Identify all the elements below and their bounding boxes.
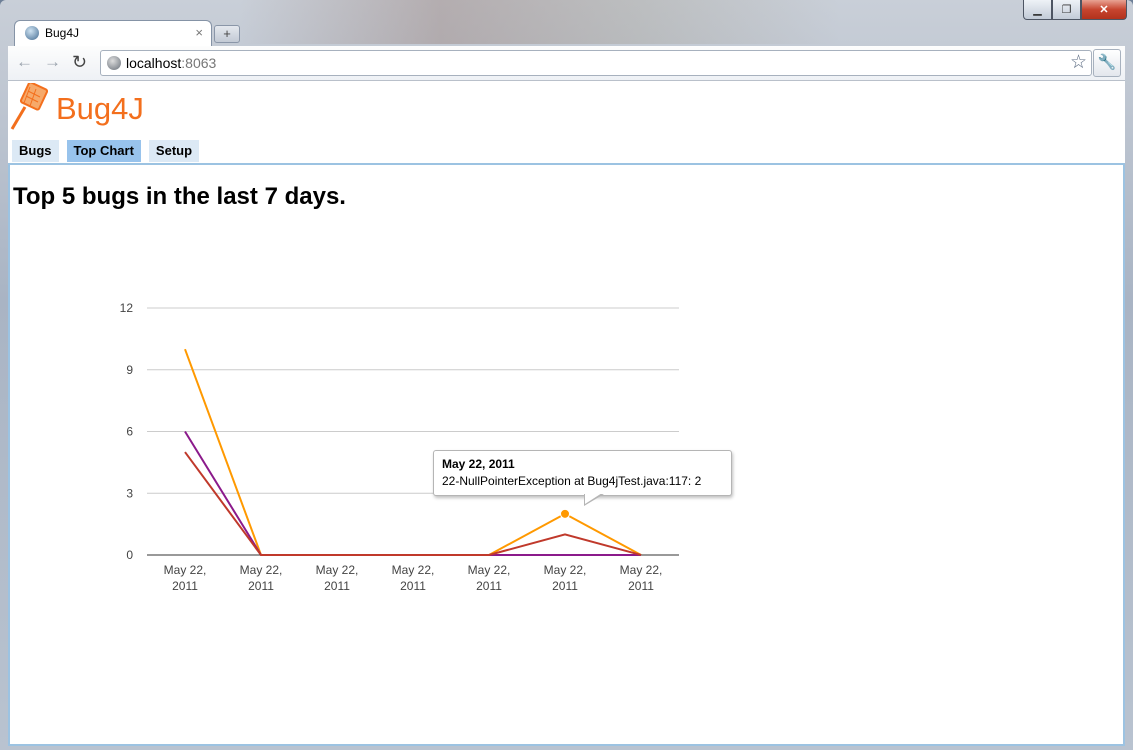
y-tick-label: 12 bbox=[120, 301, 134, 315]
new-tab-button[interactable]: + bbox=[214, 25, 240, 43]
x-tick-label: May 22, 2011 bbox=[240, 563, 283, 593]
highlight-point bbox=[560, 508, 570, 519]
tooltip-title: May 22, 2011 bbox=[442, 457, 515, 471]
flyswatter-logo-icon bbox=[10, 83, 48, 130]
app-brand: Bug4J bbox=[56, 91, 144, 126]
content-panel: Top 5 bugs in the last 7 days. 0 3 6 9 12 May… bbox=[8, 163, 1125, 746]
close-window-icon[interactable]: ✕ bbox=[1081, 0, 1127, 20]
tooltip-pointer-fill bbox=[585, 493, 602, 504]
x-tick-label: May 22, 2011 bbox=[164, 563, 207, 593]
app-nav: Bugs Top Chart Setup bbox=[12, 140, 207, 162]
y-tick-label: 9 bbox=[126, 363, 133, 377]
address-bar[interactable]: localhost:8063 ☆ bbox=[100, 50, 1092, 76]
titlebar-background bbox=[240, 0, 840, 44]
url-host: localhost bbox=[126, 55, 182, 71]
page-heading: Top 5 bugs in the last 7 days. bbox=[13, 183, 346, 210]
window-controls: ▁ ❐ ✕ bbox=[1023, 0, 1127, 20]
tab-title: Bug4J bbox=[45, 26, 80, 40]
back-arrow-icon[interactable]: ← bbox=[16, 52, 33, 72]
nav-tab-top-chart[interactable]: Top Chart bbox=[66, 140, 141, 162]
y-tick-label: 3 bbox=[126, 486, 133, 500]
reload-icon[interactable]: ↻ bbox=[72, 52, 87, 73]
chart-tooltip: May 22, 2011 22-NullPointerException at … bbox=[433, 450, 732, 506]
url-port: :8063 bbox=[181, 55, 217, 71]
page-globe-icon bbox=[107, 56, 121, 70]
maximize-icon[interactable]: ❐ bbox=[1052, 0, 1081, 20]
x-tick-label: May 22, 2011 bbox=[620, 563, 663, 593]
url-text[interactable]: localhost:8063 bbox=[126, 55, 216, 71]
minimize-icon[interactable]: ▁ bbox=[1023, 0, 1052, 20]
tooltip-body: 22-NullPointerException at Bug4jTest.jav… bbox=[442, 474, 702, 488]
page-viewport: Bug4J Bugs Top Chart Setup Top 5 bugs in… bbox=[8, 81, 1125, 746]
browser-toolbar: ← → ↻ localhost:8063 ☆ 🔧 bbox=[8, 46, 1125, 81]
nav-tab-setup[interactable]: Setup bbox=[148, 140, 200, 162]
globe-icon bbox=[25, 26, 39, 40]
bookmark-star-icon[interactable]: ☆ bbox=[1070, 51, 1087, 74]
tab-close-icon[interactable]: × bbox=[195, 25, 203, 40]
x-tick-label: May 22, 2011 bbox=[316, 563, 359, 593]
forward-arrow-icon[interactable]: → bbox=[44, 52, 61, 72]
browser-window: ▁ ❐ ✕ Bug4J × + ← → ↻ localhost:8063 ☆ 🔧… bbox=[0, 0, 1133, 750]
x-tick-label: May 22, 2011 bbox=[544, 563, 587, 593]
x-tick-label: May 22, 2011 bbox=[468, 563, 511, 593]
nav-tab-bugs[interactable]: Bugs bbox=[12, 140, 59, 162]
wrench-menu-icon[interactable]: 🔧 bbox=[1093, 49, 1121, 77]
x-tick-label: May 22, 2011 bbox=[392, 563, 435, 593]
y-tick-label: 6 bbox=[126, 425, 133, 439]
browser-tab[interactable]: Bug4J × bbox=[14, 20, 212, 47]
y-tick-label: 0 bbox=[126, 548, 133, 562]
